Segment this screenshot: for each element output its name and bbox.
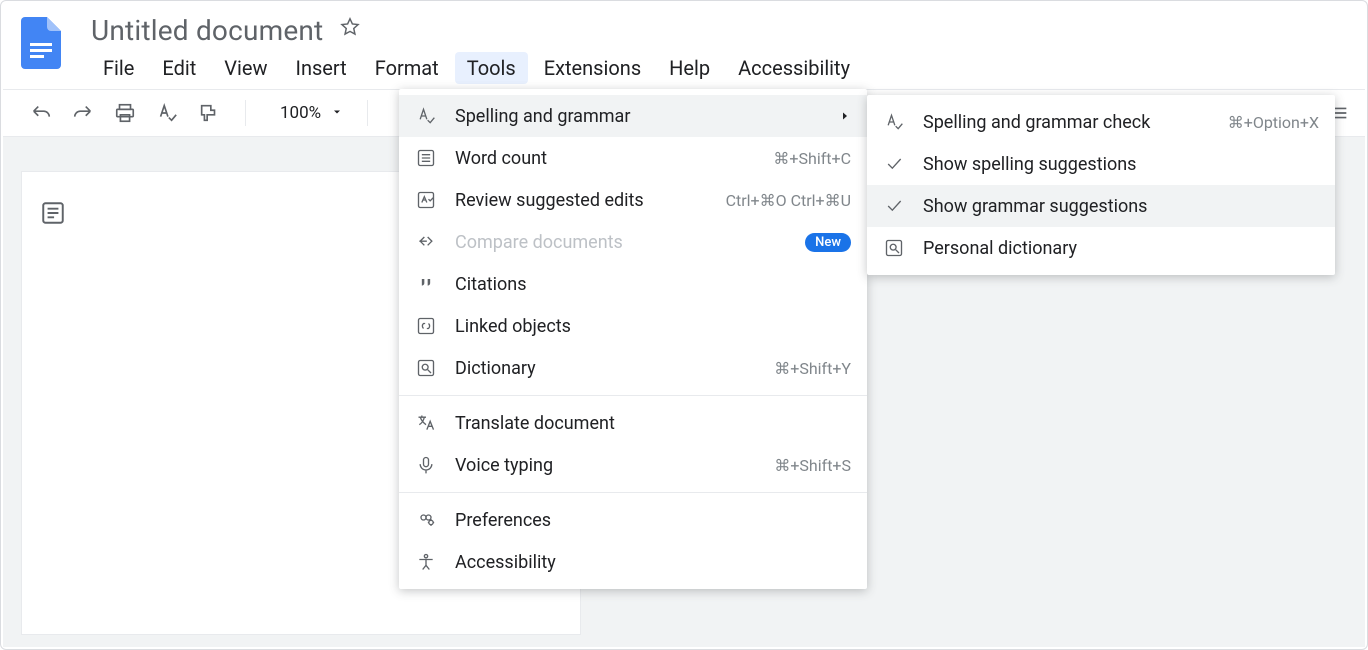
citations-icon: [415, 273, 437, 295]
menu-item-label: Word count: [455, 148, 755, 169]
wordcount-icon: [415, 147, 437, 169]
menu-item-compare: Compare documents New: [399, 221, 867, 263]
menu-item-dictionary[interactable]: Dictionary ⌘+Shift+Y: [399, 347, 867, 389]
zoom-dropdown[interactable]: 100%: [280, 103, 343, 123]
menu-item-label: Review suggested edits: [455, 190, 708, 211]
menu-item-word-count[interactable]: Word count ⌘+Shift+C: [399, 137, 867, 179]
spellcheck-icon: [883, 111, 905, 133]
compare-icon: [415, 231, 437, 253]
menu-item-label: Translate document: [455, 413, 851, 434]
menu-item-label: Linked objects: [455, 316, 851, 337]
spelling-grammar-submenu: Spelling and grammar check ⌘+Option+X Show…: [867, 95, 1335, 275]
spellcheck-icon: [415, 105, 437, 127]
menu-item-personal-dict[interactable]: Personal dictionary: [867, 227, 1335, 269]
dictionary-icon: [883, 237, 905, 259]
menu-item-accessibility[interactable]: Accessibility: [399, 541, 867, 583]
shortcut-label: ⌘+Shift+C: [773, 149, 851, 168]
docs-logo[interactable]: [21, 17, 61, 69]
menu-item-label: Preferences: [455, 510, 851, 531]
menu-item-translate[interactable]: Translate document: [399, 402, 867, 444]
menu-tools[interactable]: Tools: [455, 52, 528, 84]
menu-item-label: Voice typing: [455, 455, 756, 476]
menu-extensions[interactable]: Extensions: [532, 52, 653, 84]
check-icon: [883, 195, 905, 217]
menu-item-show-grammar[interactable]: Show grammar suggestions: [867, 185, 1335, 227]
spellcheck-icon[interactable]: [155, 101, 179, 125]
menu-item-spelling-grammar[interactable]: Spelling and grammar: [399, 95, 867, 137]
menu-item-label: Dictionary: [455, 358, 756, 379]
chevron-right-icon: [839, 106, 851, 127]
zoom-value: 100%: [280, 103, 321, 123]
menu-edit[interactable]: Edit: [150, 52, 208, 84]
menu-item-label: Spelling and grammar check: [923, 112, 1210, 133]
preferences-icon: [415, 509, 437, 531]
undo-icon[interactable]: [29, 101, 53, 125]
linked-icon: [415, 315, 437, 337]
check-icon: [883, 153, 905, 175]
menu-item-linked-objects[interactable]: Linked objects: [399, 305, 867, 347]
toolbar-separator: [245, 100, 246, 126]
redo-icon[interactable]: [71, 101, 95, 125]
menu-item-show-spell[interactable]: Show spelling suggestions: [867, 143, 1335, 185]
review-icon: [415, 189, 437, 211]
new-badge: New: [805, 233, 851, 252]
menu-file[interactable]: File: [91, 52, 146, 84]
menu-divider: [399, 492, 867, 493]
menu-item-citations[interactable]: Citations: [399, 263, 867, 305]
star-icon[interactable]: [339, 16, 361, 44]
menu-format[interactable]: Format: [363, 52, 451, 84]
chevron-down-icon: [331, 103, 343, 123]
print-icon[interactable]: [113, 101, 137, 125]
dictionary-icon: [415, 357, 437, 379]
menu-item-voice-typing[interactable]: Voice typing ⌘+Shift+S: [399, 444, 867, 486]
menu-item-label: Spelling and grammar: [455, 106, 821, 127]
accessibility-icon: [415, 551, 437, 573]
menu-item-label: Accessibility: [455, 552, 851, 573]
tools-menu-dropdown: Spelling and grammar Word count ⌘+Shift+C R…: [399, 89, 867, 589]
outline-icon[interactable]: [39, 199, 67, 227]
shortcut-label: ⌘+Shift+Y: [774, 359, 851, 378]
shortcut-label: Ctrl+⌘O Ctrl+⌘U: [726, 191, 851, 210]
voice-icon: [415, 454, 437, 476]
paint-format-icon[interactable]: [197, 101, 221, 125]
shortcut-label: ⌘+Option+X: [1228, 113, 1319, 132]
toolbar-separator: [367, 100, 368, 126]
menu-item-sg-check[interactable]: Spelling and grammar check ⌘+Option+X: [867, 101, 1335, 143]
document-title[interactable]: Untitled document: [91, 14, 323, 47]
menu-divider: [399, 395, 867, 396]
translate-icon: [415, 412, 437, 434]
menu-item-preferences[interactable]: Preferences: [399, 499, 867, 541]
menu-item-label: Personal dictionary: [923, 238, 1319, 259]
menu-accessibility[interactable]: Accessibility: [726, 52, 862, 84]
menu-item-label: Citations: [455, 274, 851, 295]
menu-view[interactable]: View: [212, 52, 279, 84]
menu-item-label: Show spelling suggestions: [923, 154, 1319, 175]
menu-help[interactable]: Help: [657, 52, 722, 84]
menu-item-label: Compare documents: [455, 232, 787, 253]
menu-insert[interactable]: Insert: [284, 52, 359, 84]
menu-item-review-edits[interactable]: Review suggested edits Ctrl+⌘O Ctrl+⌘U: [399, 179, 867, 221]
menu-item-label: Show grammar suggestions: [923, 196, 1319, 217]
shortcut-label: ⌘+Shift+S: [774, 456, 851, 475]
menu-bar: FileEditViewInsertFormatToolsExtensionsH…: [91, 51, 862, 85]
